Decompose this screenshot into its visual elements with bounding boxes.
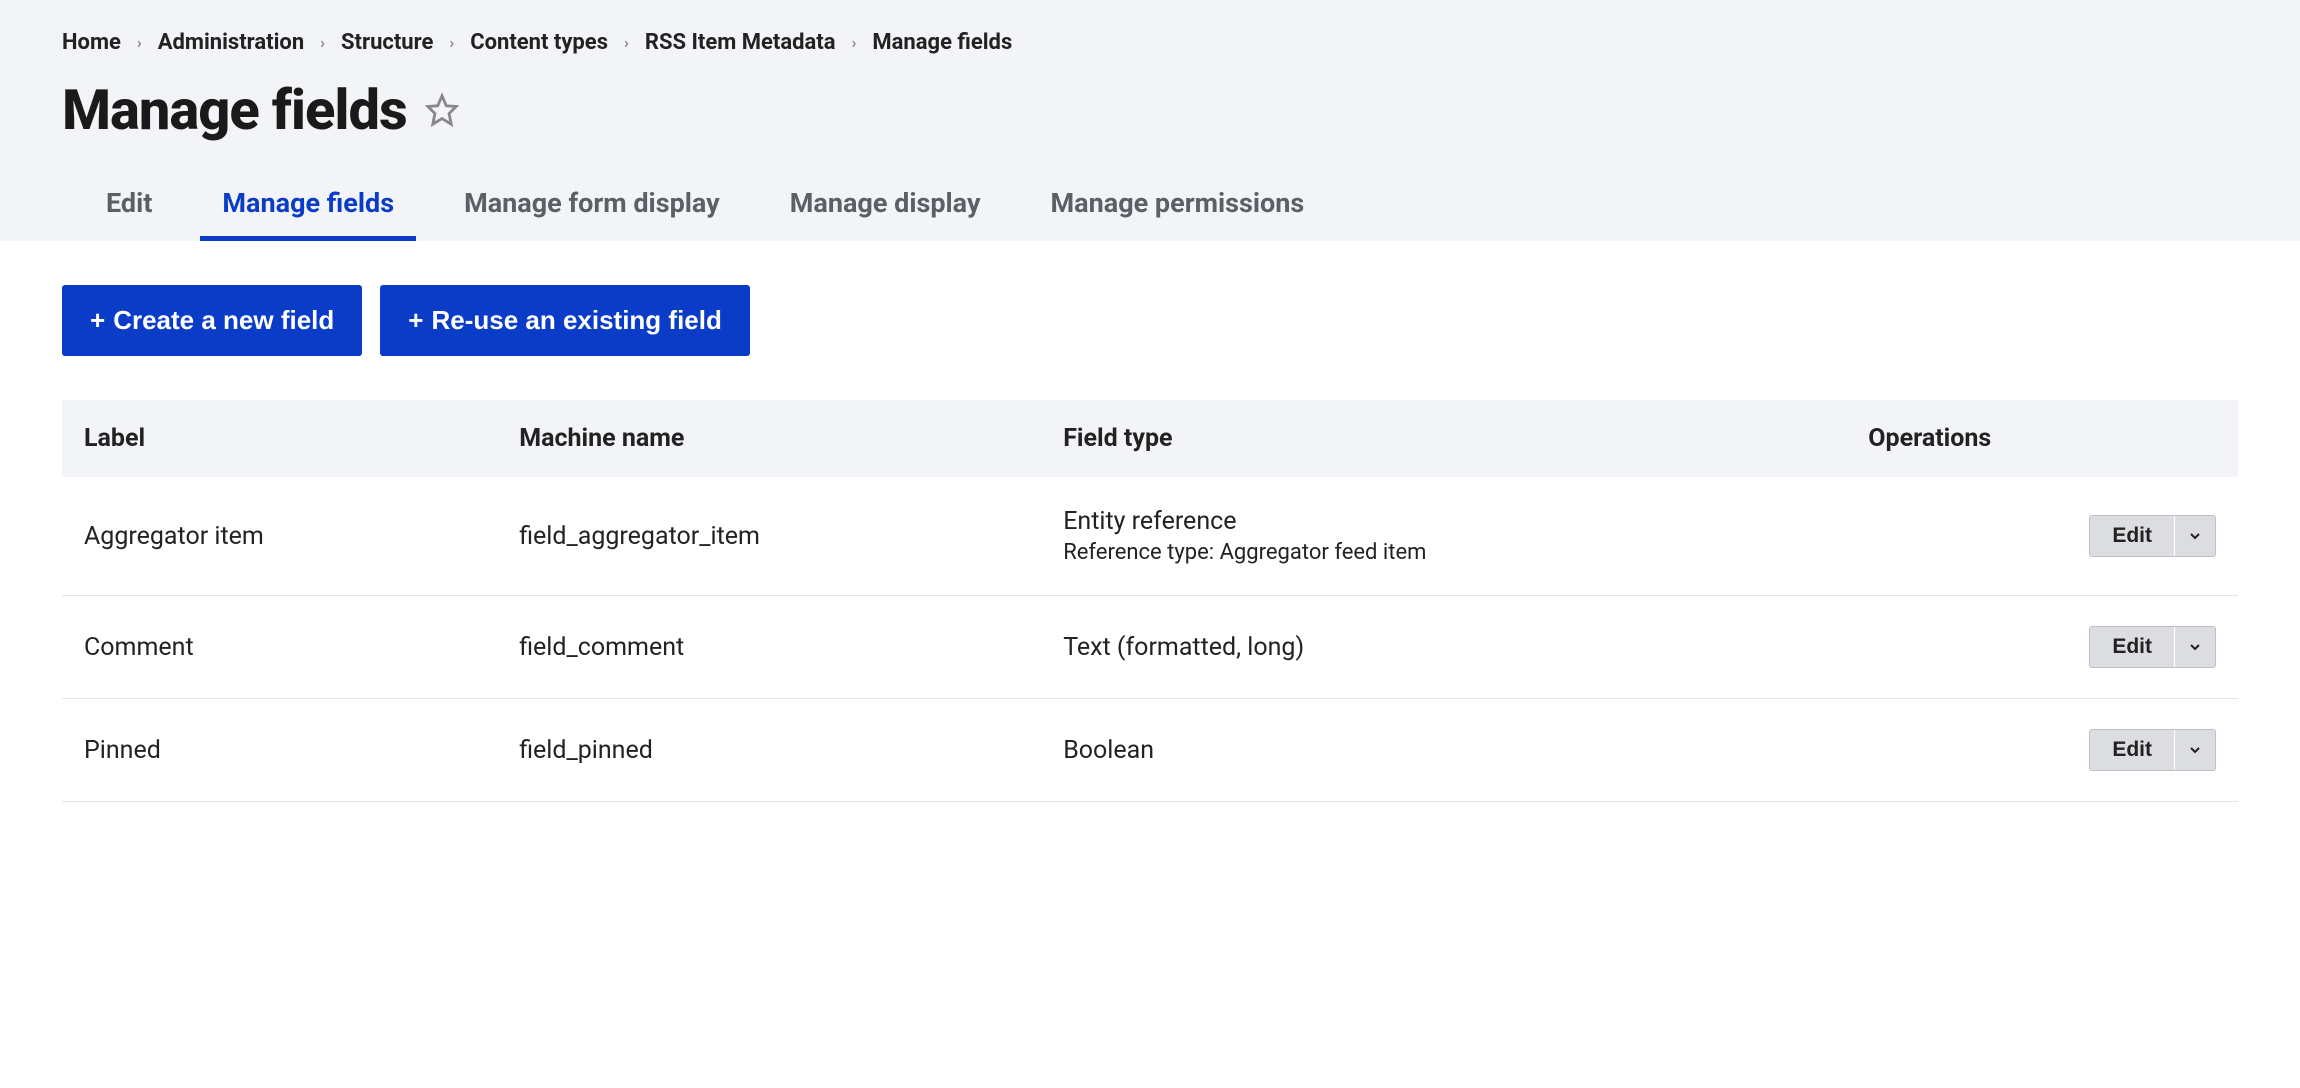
field-machine-name: field_aggregator_item — [497, 477, 1041, 596]
breadcrumb-link-content-types[interactable]: Content types — [470, 30, 608, 55]
field-type: Text (formatted, long) — [1041, 596, 1846, 699]
operations-dropbutton: Edit — [2089, 729, 2216, 771]
chevron-down-icon — [2187, 742, 2203, 758]
chevron-right-icon: › — [449, 33, 454, 52]
chevron-right-icon: › — [320, 33, 325, 52]
reuse-existing-field-label: Re-use an existing field — [431, 305, 721, 336]
reuse-existing-field-button[interactable]: + Re-use an existing field — [380, 285, 750, 356]
field-operations: Edit — [1846, 477, 2238, 596]
table-row: Aggregator itemfield_aggregator_itemEnti… — [62, 477, 2238, 596]
field-label: Comment — [62, 596, 497, 699]
create-new-field-label: Create a new field — [113, 305, 334, 336]
chevron-right-icon: › — [137, 33, 142, 52]
plus-icon: + — [90, 305, 105, 336]
field-type-subtext: Reference type: Aggregator feed item — [1063, 540, 1824, 565]
field-operations: Edit — [1846, 596, 2238, 699]
field-machine-name: field_pinned — [497, 699, 1041, 802]
edit-button[interactable]: Edit — [2090, 627, 2175, 667]
column-header-label: Label — [62, 400, 497, 477]
plus-icon: + — [408, 305, 423, 336]
tab-edit[interactable]: Edit — [106, 177, 152, 241]
breadcrumb-link-administration[interactable]: Administration — [158, 30, 304, 55]
table-row: Commentfield_commentText (formatted, lon… — [62, 596, 2238, 699]
chevron-right-icon: › — [852, 33, 857, 52]
field-operations: Edit — [1846, 699, 2238, 802]
tab-manage-display[interactable]: Manage display — [790, 177, 981, 241]
tab-manage-permissions[interactable]: Manage permissions — [1051, 177, 1305, 241]
field-label: Pinned — [62, 699, 497, 802]
edit-button[interactable]: Edit — [2090, 516, 2175, 556]
breadcrumb-link-structure[interactable]: Structure — [341, 30, 433, 55]
operations-dropbutton: Edit — [2089, 515, 2216, 557]
column-header-machine-name: Machine name — [497, 400, 1041, 477]
breadcrumb-current: Manage fields — [872, 30, 1012, 55]
create-new-field-button[interactable]: + Create a new field — [62, 285, 362, 356]
operations-dropbutton: Edit — [2089, 626, 2216, 668]
field-type: Boolean — [1041, 699, 1846, 802]
chevron-right-icon: › — [624, 33, 629, 52]
operations-toggle[interactable] — [2175, 730, 2215, 770]
fields-table: Label Machine name Field type Operations… — [62, 400, 2238, 802]
operations-toggle[interactable] — [2175, 627, 2215, 667]
chevron-down-icon — [2187, 528, 2203, 544]
field-type: Entity referenceReference type: Aggregat… — [1041, 477, 1846, 596]
tabs: Edit Manage fields Manage form display M… — [62, 177, 2238, 241]
edit-button[interactable]: Edit — [2090, 730, 2175, 770]
column-header-field-type: Field type — [1041, 400, 1846, 477]
breadcrumb: Home › Administration › Structure › Cont… — [62, 30, 2238, 55]
tab-manage-form-display[interactable]: Manage form display — [464, 177, 720, 241]
page-title: Manage fields — [62, 77, 407, 143]
field-machine-name: field_comment — [497, 596, 1041, 699]
chevron-down-icon — [2187, 639, 2203, 655]
tab-manage-fields[interactable]: Manage fields — [222, 177, 394, 241]
column-header-operations: Operations — [1846, 400, 2238, 477]
breadcrumb-link-rss-item-metadata[interactable]: RSS Item Metadata — [645, 30, 836, 55]
table-row: Pinnedfield_pinnedBoolean Edit — [62, 699, 2238, 802]
breadcrumb-link-home[interactable]: Home — [62, 30, 121, 55]
operations-toggle[interactable] — [2175, 516, 2215, 556]
star-icon[interactable] — [425, 93, 459, 127]
field-label: Aggregator item — [62, 477, 497, 596]
